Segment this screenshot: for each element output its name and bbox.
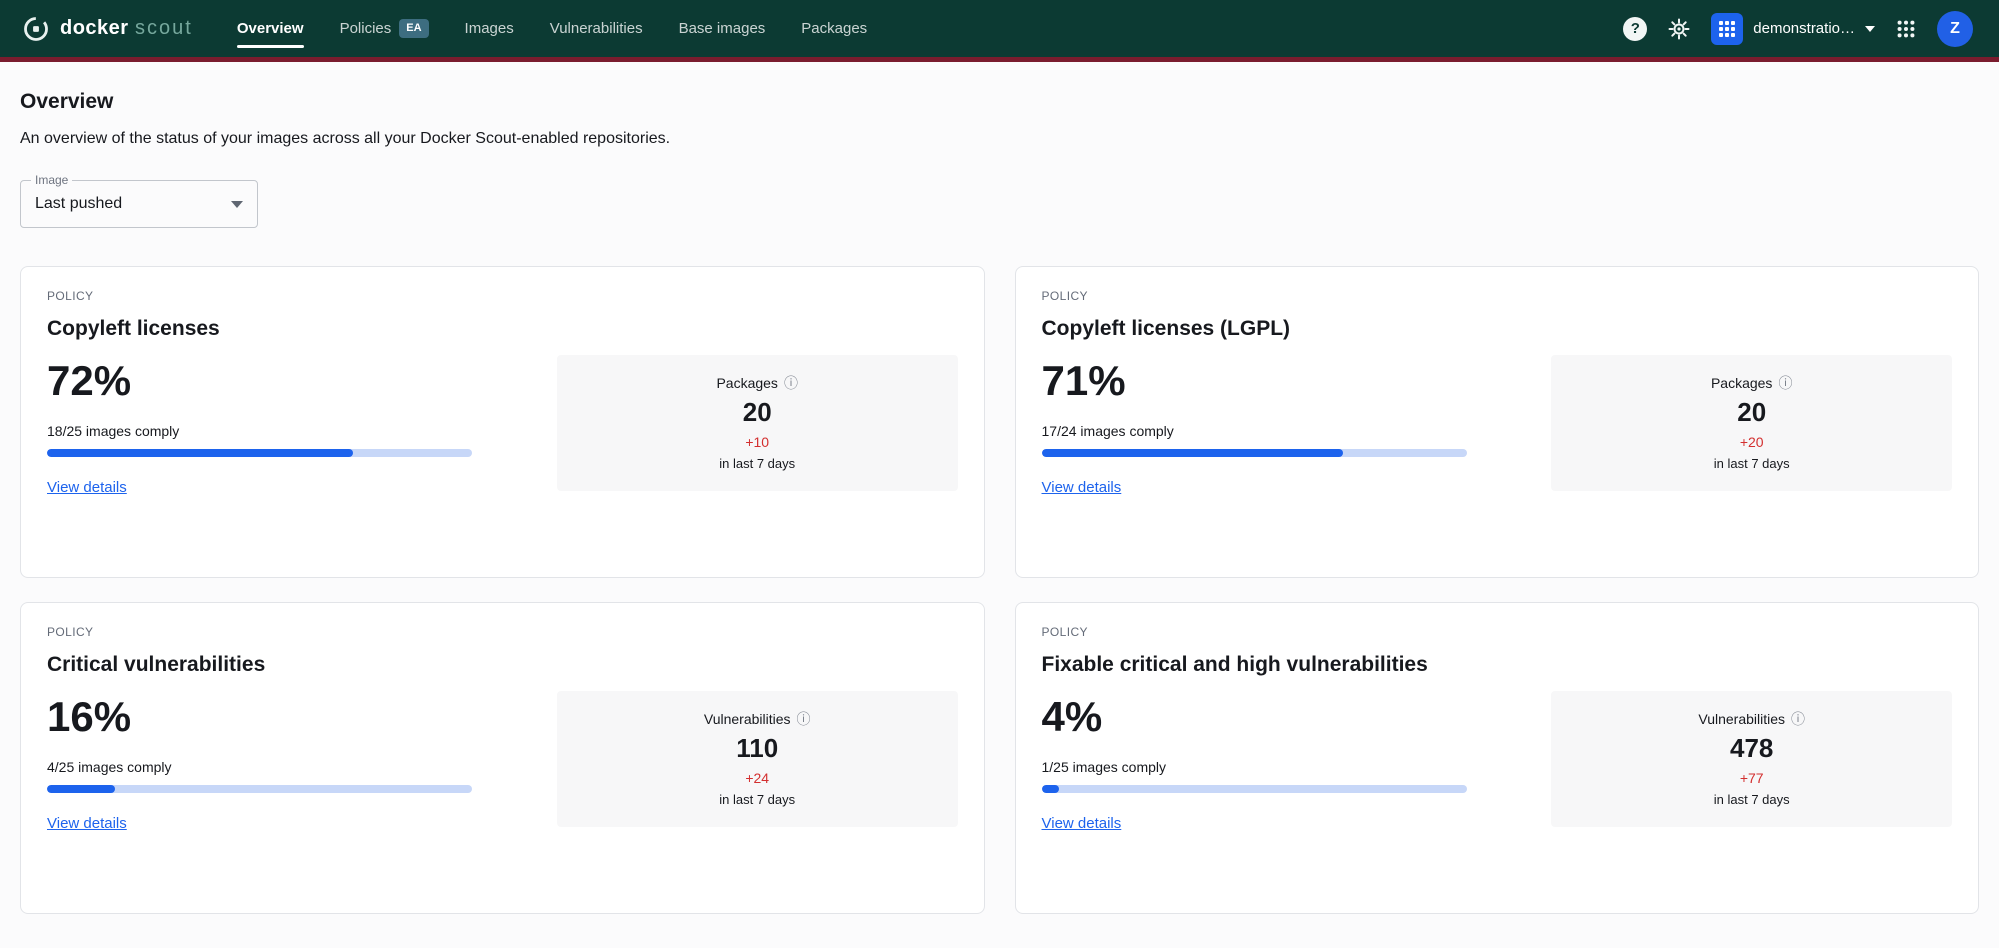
compliance-text: 1/25 images comply — [1042, 759, 1467, 775]
page-title: Overview — [20, 90, 1979, 114]
compliance-progress-bar — [47, 449, 472, 457]
select-caret-icon — [231, 201, 243, 208]
view-details-link[interactable]: View details — [47, 479, 127, 496]
stat-label: Vulnerabilities — [704, 711, 791, 727]
compliance-progress-bar — [1042, 785, 1467, 793]
view-details-link[interactable]: View details — [47, 815, 127, 832]
stat-period: in last 7 days — [719, 792, 795, 807]
image-filter-label: Image — [31, 173, 72, 187]
user-avatar[interactable]: Z — [1937, 11, 1973, 47]
nav-images-label: Images — [465, 20, 514, 37]
view-details-link[interactable]: View details — [1042, 479, 1122, 496]
stat-panel: Vulnerabilities ⓘ 478 +77 in last 7 days — [1551, 691, 1952, 827]
compliance-text: 17/24 images comply — [1042, 423, 1467, 439]
compliance-text: 18/25 images comply — [47, 423, 472, 439]
policy-title: Critical vulnerabilities — [47, 653, 958, 677]
stat-panel: Vulnerabilities ⓘ 110 +24 in last 7 days — [557, 691, 958, 827]
nav-vulnerabilities[interactable]: Vulnerabilities — [550, 0, 643, 57]
settings-button[interactable] — [1667, 17, 1691, 41]
policy-card-copyleft: POLICY Copyleft licenses 72% 18/25 image… — [20, 266, 985, 578]
view-details-link[interactable]: View details — [1042, 815, 1122, 832]
policy-title: Copyleft licenses (LGPL) — [1042, 317, 1953, 341]
compliance-text: 4/25 images comply — [47, 759, 472, 775]
info-icon[interactable]: ⓘ — [784, 376, 798, 390]
nav-vulnerabilities-label: Vulnerabilities — [550, 20, 643, 37]
compliance-progress-fill — [47, 449, 353, 457]
policy-title: Copyleft licenses — [47, 317, 958, 341]
nav-base-images[interactable]: Base images — [679, 0, 766, 57]
brand-word-docker: docker — [60, 17, 129, 39]
policy-kicker: POLICY — [1042, 625, 1953, 639]
stat-value: 20 — [1737, 397, 1766, 428]
policy-kicker: POLICY — [47, 289, 958, 303]
image-filter-value: Last pushed — [35, 195, 122, 213]
policy-kicker: POLICY — [1042, 289, 1953, 303]
nav-overview[interactable]: Overview — [237, 0, 304, 57]
compliance-percent: 71% — [1042, 357, 1467, 405]
stat-delta: +77 — [1740, 770, 1764, 786]
stat-panel: Packages ⓘ 20 +20 in last 7 days — [1551, 355, 1952, 491]
organization-icon — [1711, 13, 1743, 45]
help-button[interactable]: ? — [1623, 17, 1647, 41]
compliance-progress-bar — [47, 785, 472, 793]
stat-label: Packages — [1711, 375, 1772, 391]
compliance-progress-fill — [47, 785, 115, 793]
apps-menu-button[interactable] — [1895, 18, 1917, 40]
stat-period: in last 7 days — [719, 456, 795, 471]
docker-scout-logo-icon — [22, 15, 50, 43]
compliance-percent: 4% — [1042, 693, 1467, 741]
compliance-percent: 16% — [47, 693, 472, 741]
chevron-down-icon — [1865, 26, 1875, 32]
nav-policies-label: Policies — [340, 20, 392, 37]
gear-icon — [1667, 17, 1691, 41]
stat-label: Vulnerabilities — [1698, 711, 1785, 727]
policy-card-critical-vulnerabilities: POLICY Critical vulnerabilities 16% 4/25… — [20, 602, 985, 914]
info-icon[interactable]: ⓘ — [797, 712, 811, 726]
nav-overview-label: Overview — [237, 20, 304, 37]
stat-delta: +24 — [745, 770, 769, 786]
brand-word-scout: scout — [135, 17, 193, 39]
compliance-progress-bar — [1042, 449, 1467, 457]
policy-card-fixable-critical-high: POLICY Fixable critical and high vulnera… — [1015, 602, 1980, 914]
header-actions: ? demonstratio… — [1623, 11, 1973, 47]
organization-switcher[interactable]: demonstratio… — [1711, 13, 1875, 45]
stat-value: 110 — [736, 733, 778, 764]
compliance-progress-fill — [1042, 785, 1059, 793]
image-filter-select[interactable]: Image Last pushed — [20, 180, 258, 228]
page-subtitle: An overview of the status of your images… — [20, 130, 1979, 148]
nav-packages-label: Packages — [801, 20, 867, 37]
nav-images[interactable]: Images — [465, 0, 514, 57]
policy-cards-grid: POLICY Copyleft licenses 72% 18/25 image… — [20, 266, 1979, 914]
stat-delta: +20 — [1740, 434, 1764, 450]
stat-period: in last 7 days — [1714, 792, 1790, 807]
nav-packages[interactable]: Packages — [801, 0, 867, 57]
policy-card-copyleft-lgpl: POLICY Copyleft licenses (LGPL) 71% 17/2… — [1015, 266, 1980, 578]
help-icon: ? — [1623, 17, 1647, 41]
policy-title: Fixable critical and high vulnerabilitie… — [1042, 653, 1953, 677]
nav-policies[interactable]: Policies EA — [340, 0, 429, 57]
stat-value: 478 — [1730, 733, 1773, 764]
top-navigation-bar: docker scout Overview Policies EA Images… — [0, 0, 1999, 57]
nav-base-images-label: Base images — [679, 20, 766, 37]
stat-delta: +10 — [745, 434, 769, 450]
policy-kicker: POLICY — [47, 625, 958, 639]
overview-page: Overview An overview of the status of yo… — [0, 62, 1999, 934]
stat-label: Packages — [716, 375, 777, 391]
stat-period: in last 7 days — [1714, 456, 1790, 471]
organization-name: demonstratio… — [1753, 20, 1855, 37]
stat-value: 20 — [743, 397, 772, 428]
compliance-percent: 72% — [47, 357, 472, 405]
apps-grid-icon — [1895, 18, 1917, 40]
info-icon[interactable]: ⓘ — [1791, 712, 1805, 726]
docker-scout-brand[interactable]: docker scout — [22, 15, 193, 43]
info-icon[interactable]: ⓘ — [1778, 376, 1792, 390]
stat-panel: Packages ⓘ 20 +10 in last 7 days — [557, 355, 958, 491]
compliance-progress-fill — [1042, 449, 1344, 457]
main-nav: Overview Policies EA Images Vulnerabilit… — [237, 0, 867, 57]
ea-badge: EA — [399, 19, 428, 37]
